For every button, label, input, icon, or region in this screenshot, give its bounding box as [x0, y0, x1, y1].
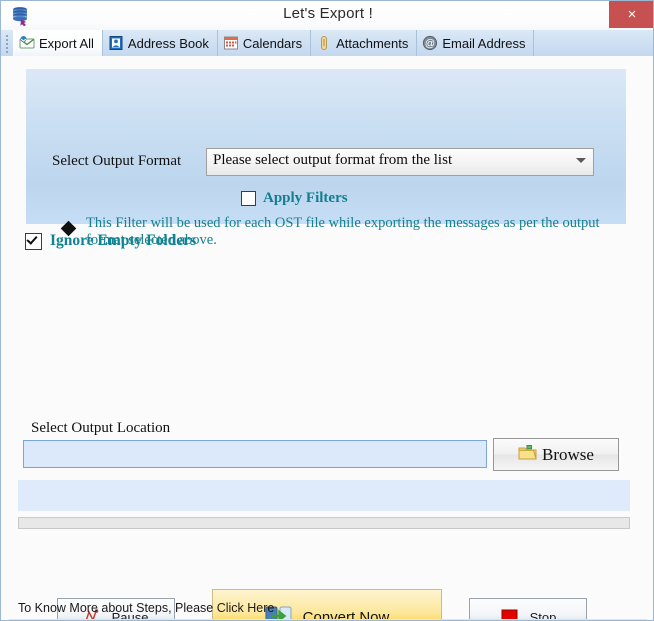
- tab-address-book[interactable]: Address Book: [103, 30, 218, 56]
- title-bar: Let's Export ! ×: [1, 1, 653, 31]
- ignore-empty-folders-box: [25, 232, 42, 250]
- tab-label: Email Address: [442, 35, 526, 51]
- apply-filters-label: Apply Filters: [263, 190, 348, 206]
- browse-button-label: Browse: [542, 444, 594, 464]
- window-title: Let's Export !: [283, 5, 373, 22]
- apply-filters-checkbox[interactable]: Apply Filters: [241, 190, 348, 207]
- tab-calendars[interactable]: Calendars: [218, 30, 312, 56]
- contact-card-icon: [108, 35, 124, 51]
- footer-divider: [9, 619, 647, 620]
- more-steps-link[interactable]: To Know More about Steps, Please Click H…: [18, 601, 274, 615]
- tab-label: Export All: [39, 35, 94, 51]
- output-location-label: Select Output Location: [31, 420, 171, 436]
- envelope-icon: [19, 35, 35, 51]
- tab-list: Export All Address Book Calendars Attach…: [13, 30, 535, 56]
- output-format-label: Select Output Format: [52, 153, 182, 169]
- folder-open-icon: [518, 444, 537, 466]
- tab-export-all[interactable]: Export All: [13, 30, 103, 56]
- main-content: Select Output Format Please select outpu…: [1, 56, 653, 620]
- ignore-empty-folders-label: Ignore Empty Folders: [50, 232, 197, 249]
- paperclip-icon: [316, 35, 332, 51]
- progress-bar: [18, 517, 630, 529]
- at-sign-icon: @: [422, 35, 438, 51]
- status-panel: [18, 480, 630, 511]
- calendar-icon: [223, 35, 239, 51]
- drag-grip-icon[interactable]: [6, 35, 10, 53]
- tab-attachments[interactable]: Attachments: [311, 30, 418, 56]
- tab-label: Attachments: [336, 35, 409, 51]
- output-location-input[interactable]: [24, 441, 486, 467]
- chevron-down-icon: [576, 158, 586, 163]
- output-format-selected-value: Please select output format from the lis…: [213, 152, 453, 168]
- output-location-field[interactable]: [23, 440, 487, 468]
- ignore-empty-folders-checkbox[interactable]: Ignore Empty Folders: [25, 232, 196, 250]
- export-window: Let's Export ! × Export All Address Book…: [0, 0, 654, 621]
- toolbar-tabstrip: Export All Address Book Calendars Attach…: [1, 30, 653, 57]
- tab-label: Address Book: [127, 35, 209, 51]
- browse-button[interactable]: Browse: [493, 438, 619, 471]
- tab-email-address[interactable]: @ Email Address: [417, 30, 535, 56]
- apply-filters-box: [241, 191, 256, 206]
- tab-label: Calendars: [242, 35, 303, 51]
- stop-button[interactable]: Stop: [469, 598, 587, 620]
- svg-text:@: @: [425, 39, 435, 50]
- output-format-dropdown[interactable]: Please select output format from the lis…: [206, 148, 594, 176]
- close-icon[interactable]: ×: [609, 1, 653, 28]
